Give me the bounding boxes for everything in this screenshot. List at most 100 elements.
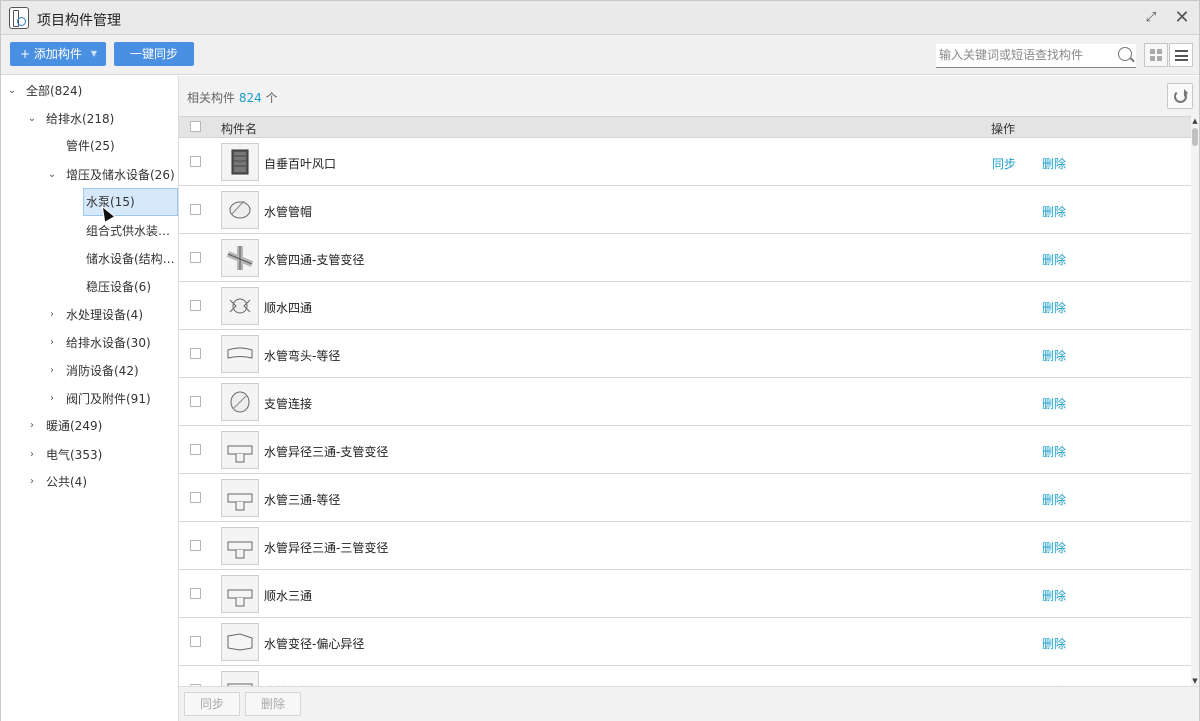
row-checkbox[interactable] [190,252,201,263]
add-component-button[interactable]: + 添加构件 ▼ [10,42,106,66]
scroll-up-icon[interactable]: ▲ [1191,116,1199,126]
sync-selected-button[interactable]: 同步 [184,692,240,716]
row-checkbox[interactable] [190,204,201,215]
component-name: 水管三通-等径 [264,493,341,507]
tree-item-electrical[interactable]: › 电气(353) [27,442,177,468]
component-manager-window: 项目构件管理 ⤢ ✕ + 添加构件 ▼ 一键同步 ⌄ 全 [0,0,1200,721]
row-checkbox[interactable] [190,156,201,167]
chevron-right-icon[interactable]: › [27,469,37,495]
tree-item-storage[interactable]: 储水设备(结构… [86,246,178,272]
table-row[interactable]: 水管异径三通-三管变径 删除 [179,522,1191,570]
delete-link[interactable]: 删除 [1042,203,1066,220]
delete-link[interactable]: 删除 [1042,155,1066,172]
tree-item-label: 公共(4) [46,475,87,489]
tree-item-plumbing[interactable]: ⌄ 给排水(218) [27,106,177,132]
component-name: 水管异径三通-支管变径 [264,445,389,459]
tree-item-pressure-storage[interactable]: ⌄ 增压及储水设备(26) [47,162,177,188]
component-thumbnail [221,287,259,325]
table-row[interactable]: 顺水四通 删除 [179,282,1191,330]
delete-link[interactable]: 删除 [1042,299,1066,316]
table-row[interactable]: 自垂百叶风口 同步 删除 [179,138,1191,186]
tree-item-stabilizer[interactable]: 稳压设备(6) [86,274,178,300]
component-thumbnail [221,575,259,613]
chevron-down-icon[interactable]: ⌄ [47,162,57,188]
tree-item-label: 消防设备(42) [66,364,139,378]
tree-item-combined-supply[interactable]: 组合式供水装… [86,218,178,244]
row-checkbox[interactable] [190,444,201,455]
row-checkbox[interactable] [190,540,201,551]
delete-link[interactable]: 删除 [1042,443,1066,460]
window-title: 项目构件管理 [37,13,121,29]
tree-item-all[interactable]: ⌄ 全部(824) [7,78,177,104]
chevron-down-icon[interactable]: ⌄ [27,106,37,132]
table-row[interactable]: 水管变径-偏心异径 删除 [179,618,1191,666]
tree-item-valves[interactable]: › 阀门及附件(91) [47,386,177,412]
tree-item-fittings[interactable]: 管件(25) [66,133,176,159]
chevron-right-icon[interactable]: › [47,330,57,356]
list-view-button[interactable] [1169,43,1193,67]
table-row[interactable]: 水管三通-等径 删除 [179,474,1191,522]
chevron-right-icon[interactable]: › [27,413,37,439]
tree-item-fire-equipment[interactable]: › 消防设备(42) [47,358,177,384]
grid-view-button[interactable] [1144,43,1168,67]
select-all-checkbox[interactable] [190,121,201,132]
table-row[interactable]: 水管四通-支管变径 删除 [179,234,1191,282]
delete-link[interactable]: 删除 [1042,491,1066,508]
row-checkbox[interactable] [190,348,201,359]
delete-selected-button[interactable]: 删除 [245,692,301,716]
tree-item-common[interactable]: › 公共(4) [27,469,177,495]
delete-link[interactable]: 删除 [1042,395,1066,412]
list-header: 相关构件 824 个 [179,76,1199,116]
table-row[interactable]: 水管弯头-等径 删除 [179,330,1191,378]
table-row[interactable]: 水管异径三通-支管变径 删除 [179,426,1191,474]
vertical-scrollbar[interactable]: ▲ ▼ [1191,116,1199,686]
chevron-right-icon[interactable]: › [47,358,57,384]
table-row[interactable]: 水管活接头删除 [179,666,1191,686]
row-checkbox[interactable] [190,396,201,407]
delete-link[interactable]: 删除 [1042,587,1066,604]
chevron-right-icon[interactable]: › [27,442,37,468]
tee-icon [227,541,253,559]
row-checkbox[interactable] [190,492,201,503]
maximize-icon[interactable]: ⤢ [1141,8,1161,28]
table-row[interactable]: 支管连接 删除 [179,378,1191,426]
sync-all-button[interactable]: 一键同步 [114,42,194,66]
elbow-icon [227,347,253,359]
chevron-right-icon[interactable]: › [47,386,57,412]
component-thumbnail [221,191,259,229]
search-input[interactable] [936,44,1106,66]
delete-link[interactable]: 删除 [1042,539,1066,556]
count-value: 824 [238,91,262,105]
tree-item-label: 全部(824) [26,84,83,98]
sync-link[interactable]: 同步 [992,155,1016,172]
row-checkbox[interactable] [190,636,201,647]
footer-bar: 同步 删除 [179,686,1199,721]
component-name: 支管连接 [264,397,313,411]
tree-item-label: 阀门及附件(91) [66,392,151,406]
refresh-button[interactable] [1167,83,1193,109]
component-table: 自垂百叶风口 同步 删除 水管管帽 删除 水管四通-支管变径 删除 顺水四通 删除 水管弯头-等径… [179,138,1191,686]
close-icon[interactable]: ✕ [1172,8,1192,28]
chevron-down-icon[interactable]: ⌄ [7,78,17,104]
tee-icon [227,493,253,511]
cross-icon [229,298,251,314]
scroll-thumb[interactable] [1192,128,1198,146]
delete-link[interactable]: 删除 [1042,347,1066,364]
tree-item-hvac[interactable]: › 暖通(249) [27,413,177,439]
scroll-down-icon[interactable]: ▼ [1191,676,1199,686]
component-thumbnail [221,143,259,181]
component-thumbnail [221,479,259,517]
table-row[interactable]: 水管管帽 删除 [179,186,1191,234]
delete-link[interactable]: 删除 [1042,251,1066,268]
delete-link[interactable]: 删除 [1042,635,1066,652]
tree-item-plumbing-equipment[interactable]: › 给排水设备(30) [47,330,177,356]
count-suffix: 个 [265,91,278,105]
table-row[interactable]: 顺水三通 删除 [179,570,1191,618]
row-checkbox[interactable] [190,588,201,599]
component-name: 水管管帽 [264,205,313,219]
row-checkbox[interactable] [190,300,201,311]
tree-item-water-treatment[interactable]: › 水处理设备(4) [47,302,177,328]
tree-item-label: 稳压设备(6) [86,280,151,294]
chevron-right-icon[interactable]: › [47,302,57,328]
search-icon[interactable] [1118,47,1132,61]
